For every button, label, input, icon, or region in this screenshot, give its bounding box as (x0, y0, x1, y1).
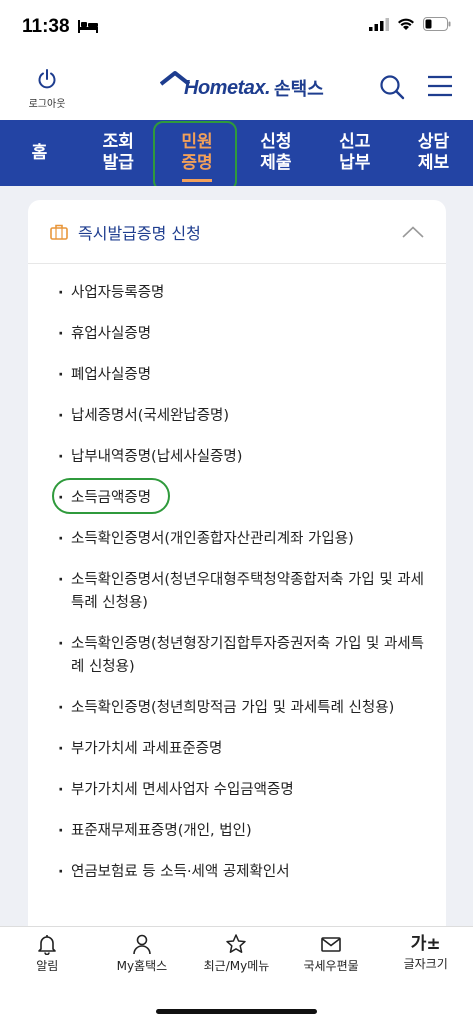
status-time: 11:38 (22, 16, 70, 37)
main-nav: 홈 조회 발급 민원 증명 신청 제출 신고 납부 상담 제보 (0, 120, 473, 186)
list-item[interactable]: 소득확인증명(청년형장기집합투자증권저축 가입 및 과세특례 신청용) (28, 633, 446, 679)
bell-icon (38, 935, 57, 955)
home-indicator (156, 1009, 317, 1014)
section-header[interactable]: 즉시발급증명 신청 (28, 200, 446, 264)
tab-label: 최근/My메뉴 (203, 959, 270, 973)
tab-recent-my-menu[interactable]: 최근/My메뉴 (189, 933, 284, 985)
section-card: 즉시발급증명 신청 사업자등록증명 휴업사실증명 폐업사실증명 납세증명서(국세… (28, 200, 446, 940)
nav-item-home[interactable]: 홈 (0, 120, 79, 186)
chevron-up-icon[interactable] (402, 225, 424, 238)
logo-main-text: Hometax. (184, 76, 271, 99)
battery-icon (423, 17, 451, 31)
section-title: 즉시발급증명 신청 (78, 223, 201, 243)
status-bar: 11:38 (0, 0, 473, 56)
bottom-tab-bar: 알림 My홈택스 최근/My메뉴 국세우편물 가± 글자크기 (0, 926, 473, 1024)
tab-label: 알림 (36, 959, 59, 973)
nav-item-report-payment[interactable]: 신고 납부 (315, 120, 394, 186)
power-icon (38, 69, 56, 89)
list-item[interactable]: 부가가치세 면세사업자 수입금액증명 (28, 779, 446, 802)
list-item[interactable]: 사업자등록증명 (28, 282, 446, 305)
list-item[interactable]: 소득확인증명서(개인종합자산관리계좌 가입용) (28, 528, 446, 551)
tab-alerts[interactable]: 알림 (0, 933, 95, 985)
tab-label: My홈택스 (116, 959, 168, 973)
list-item-income-amount-certificate[interactable]: 소득금액증명 (28, 487, 446, 510)
certificate-list: 사업자등록증명 휴업사실증명 폐업사실증명 납세증명서(국세완납증명) 납부내역… (28, 264, 446, 884)
app-header: 로그아웃 Hometax. 손택스 (0, 56, 473, 120)
briefcase-icon (50, 224, 68, 240)
nav-item-inquiry-issue[interactable]: 조회 발급 (79, 120, 158, 186)
list-item[interactable]: 소득확인증명서(청년우대형주택청약종합저축 가입 및 과세특례 신청용) (28, 569, 446, 615)
tab-font-size[interactable]: 가± 글자크기 (378, 933, 473, 985)
star-icon (226, 934, 247, 953)
list-item[interactable]: 납세증명서(국세완납증명) (28, 405, 446, 428)
search-icon[interactable] (379, 74, 405, 100)
list-item[interactable]: 폐업사실증명 (28, 364, 446, 387)
list-item[interactable]: 휴업사실증명 (28, 323, 446, 346)
nav-item-application-submit[interactable]: 신청 제출 (236, 120, 315, 186)
tab-my-hometax[interactable]: My홈택스 (95, 933, 190, 985)
tab-label: 국세우편물 (303, 959, 359, 973)
list-item[interactable]: 납부내역증명(납세사실증명) (28, 446, 446, 469)
logout-label: 로그아웃 (28, 99, 66, 110)
nav-item-consult-report[interactable]: 상담 제보 (394, 120, 473, 186)
hamburger-menu-icon[interactable] (427, 74, 453, 98)
nav-item-civil-certificate[interactable]: 민원 증명 (158, 120, 237, 186)
list-item[interactable]: 연금보험료 등 소득·세액 공제확인서 (28, 861, 446, 884)
tab-label: 글자크기 (403, 957, 448, 971)
wifi-icon (398, 18, 414, 30)
tab-tax-mail[interactable]: 국세우편물 (284, 933, 379, 985)
sleep-mode-icon (78, 20, 98, 33)
logo-sub-text: 손택스 (274, 79, 324, 100)
person-icon (133, 934, 151, 955)
list-item[interactable]: 표준재무제표증명(개인, 법인) (28, 820, 446, 843)
list-item[interactable]: 소득확인증명(청년희망적금 가입 및 과세특례 신청용) (28, 697, 446, 720)
hometax-logo[interactable]: Hometax. 손택스 (160, 70, 324, 106)
list-item[interactable]: 부가가치세 과세표준증명 (28, 738, 446, 761)
font-size-icon: 가± (410, 934, 441, 954)
logout-button[interactable]: 로그아웃 (22, 68, 72, 110)
signal-icon (369, 17, 389, 31)
mail-icon (321, 937, 341, 952)
